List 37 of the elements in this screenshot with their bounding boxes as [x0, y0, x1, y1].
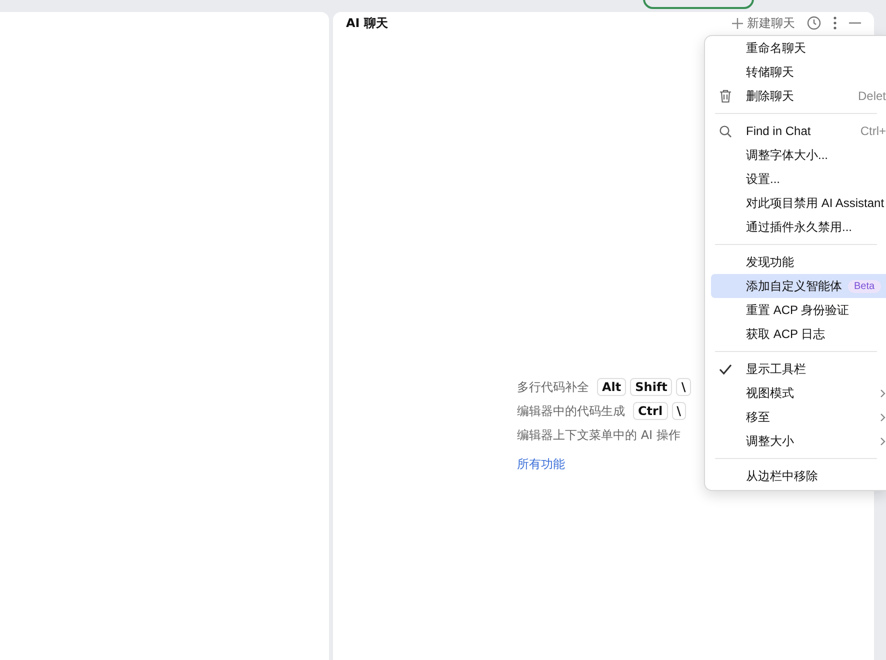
search-icon: [719, 124, 732, 138]
menu-item[interactable]: 移至: [711, 405, 886, 429]
menu-item[interactable]: 视图模式: [711, 381, 886, 405]
menu-item[interactable]: 显示工具栏: [711, 357, 886, 381]
menu-item[interactable]: 转储聊天: [711, 60, 886, 84]
beta-badge: Beta: [848, 280, 881, 292]
menu-item[interactable]: 从边栏中移除: [711, 464, 886, 488]
feature-label: 多行代码补全: [517, 378, 589, 396]
shortcut-label: Delet: [856, 89, 886, 103]
menu-item[interactable]: 获取 ACP 日志: [711, 322, 886, 346]
menu-item[interactable]: 重置 ACP 身份验证: [711, 298, 886, 322]
trash-icon: [719, 89, 732, 103]
new-chat-button[interactable]: 新建聊天: [732, 14, 795, 32]
minimize-icon[interactable]: [849, 22, 861, 24]
shortcut-key: Ctrl: [633, 402, 668, 420]
menu-item[interactable]: 删除聊天 Delet: [711, 84, 886, 108]
shortcut-label: Ctrl+: [859, 124, 886, 138]
menu-item[interactable]: 通过插件永久禁用...: [711, 215, 886, 239]
menu-item[interactable]: Find in Chat Ctrl+: [711, 119, 886, 143]
menu-item[interactable]: 添加自定义智能体 Beta: [711, 274, 886, 298]
shortcut-key: Alt: [597, 378, 626, 396]
menu-item[interactable]: 调整大小: [711, 429, 886, 453]
all-features-link[interactable]: 所有功能: [517, 456, 691, 473]
feature-label: 编辑器中的代码生成: [517, 402, 625, 420]
feature-label: 编辑器上下文菜单中的 AI 操作: [517, 426, 680, 444]
shortcut-key: \: [676, 378, 691, 396]
menu-item[interactable]: 发现功能: [711, 250, 886, 274]
shortcut-key: \: [672, 402, 686, 420]
menu-item[interactable]: 设置...: [711, 167, 886, 191]
panel-title: AI 聊天: [346, 14, 389, 32]
shortcut-key: Shift: [630, 378, 672, 396]
history-icon[interactable]: [807, 16, 821, 30]
plus-icon: [732, 18, 743, 28]
menu-item[interactable]: 调整字体大小...: [711, 143, 886, 167]
menu-item[interactable]: 重命名聊天: [711, 36, 886, 60]
menu-item[interactable]: 对此项目禁用 AI Assistant: [711, 191, 886, 215]
more-icon[interactable]: [833, 16, 837, 30]
